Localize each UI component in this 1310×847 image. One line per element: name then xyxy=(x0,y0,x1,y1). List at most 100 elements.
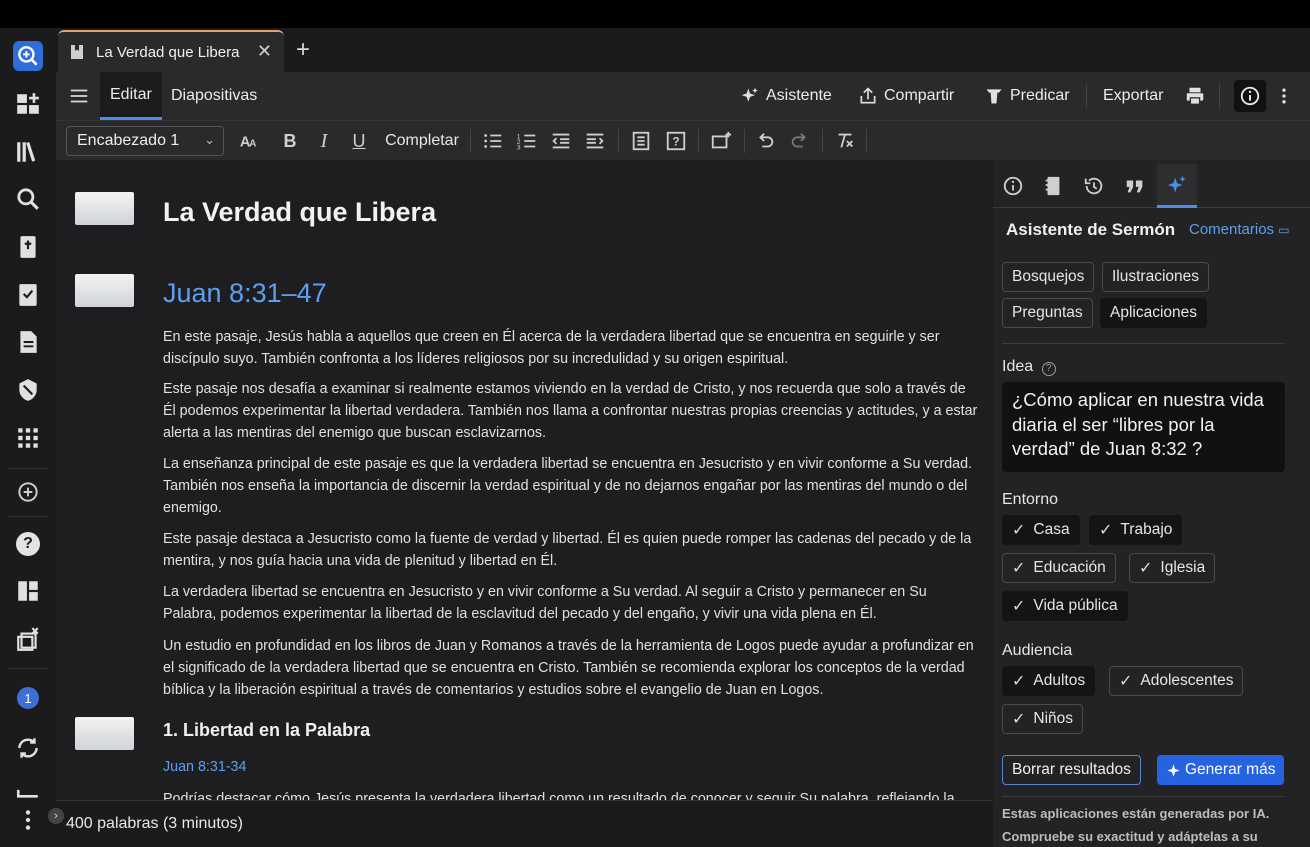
font-size-icon[interactable]: AA xyxy=(232,121,268,161)
bible-icon[interactable] xyxy=(12,231,44,263)
audiencia-ninos[interactable]: ✓ Niños xyxy=(1002,704,1084,734)
clear-results-button[interactable]: Borrar resultados xyxy=(1002,755,1141,785)
notebook-tab-icon[interactable] xyxy=(1033,164,1073,208)
dashboard-icon[interactable] xyxy=(12,88,44,120)
library-icon[interactable] xyxy=(12,136,44,168)
compartir-button[interactable]: Compartir xyxy=(858,72,954,120)
undo-icon[interactable] xyxy=(750,121,780,161)
more-options-icon[interactable] xyxy=(1274,72,1300,120)
document-editor[interactable]: La Verdad que Libera Juan 8:31–47 En est… xyxy=(56,160,993,800)
asistente-button[interactable]: Asistente xyxy=(740,72,832,120)
quote-tab-icon[interactable] xyxy=(1115,164,1155,208)
new-tab-button[interactable]: + xyxy=(296,36,310,64)
audiencia-label: Audiencia xyxy=(1002,642,1073,659)
add-circle-icon[interactable] xyxy=(12,476,44,508)
slide-thumbnail[interactable] xyxy=(75,192,134,225)
info-tab-icon[interactable] xyxy=(993,164,1033,208)
logos-search-icon[interactable] xyxy=(12,40,44,72)
history-tab-icon[interactable] xyxy=(1074,164,1114,208)
indent-icon[interactable] xyxy=(580,121,610,161)
close-panels-icon[interactable] xyxy=(12,623,44,655)
rail-divider xyxy=(8,668,48,669)
assistant-tab-icon[interactable] xyxy=(1157,164,1197,208)
outdent-icon[interactable] xyxy=(546,121,576,161)
apps-grid-icon[interactable] xyxy=(12,422,44,454)
tab-strip: La Verdad que Libera ✕ + xyxy=(56,28,1310,72)
add-slide-icon[interactable] xyxy=(706,121,736,161)
category-aplicaciones[interactable]: Aplicaciones xyxy=(1100,298,1208,328)
audiencia-adultos[interactable]: ✓ Adultos xyxy=(1002,666,1096,696)
tab-la-verdad-que-libera[interactable]: La Verdad que Libera ✕ xyxy=(58,30,284,72)
section-reference-link[interactable]: Juan 8:31-34 xyxy=(163,759,246,775)
entorno-educacion[interactable]: ✓ Educación xyxy=(1002,553,1116,583)
search-icon[interactable] xyxy=(12,183,44,215)
document-icon[interactable] xyxy=(12,326,44,358)
comments-link[interactable]: Comentarios ▭ xyxy=(1189,221,1290,238)
toolbar-divider xyxy=(470,129,471,153)
audiencia-adolescentes[interactable]: ✓ Adolescentes xyxy=(1109,666,1244,696)
generate-more-button[interactable]: Generar más xyxy=(1157,755,1285,785)
paragraph-style-select[interactable]: Encabezado 1 ⌄ xyxy=(66,126,224,156)
menu-icon[interactable] xyxy=(68,72,96,120)
sparkle-icon xyxy=(741,87,758,102)
shield-icon[interactable] xyxy=(12,374,44,406)
paragraph[interactable]: En este pasaje, Jesús habla a aquellos q… xyxy=(163,326,978,370)
toolbar-divider xyxy=(1086,84,1087,108)
section-heading[interactable]: 1. Libertad en la Palabra xyxy=(163,720,370,741)
entorno-vida-publica[interactable]: ✓ Vida pública xyxy=(1002,591,1128,621)
entorno-trabajo[interactable]: ✓ Trabajo xyxy=(1089,515,1183,545)
redo-icon[interactable] xyxy=(785,121,815,161)
divider xyxy=(1002,343,1285,344)
notifications-badge[interactable]: 1 xyxy=(12,682,44,714)
scripture-reference[interactable]: Juan 8:31–47 xyxy=(163,278,327,309)
document-tab-icon xyxy=(71,45,83,59)
category-preguntas[interactable]: Preguntas xyxy=(1002,298,1093,328)
check-icon: ✓ xyxy=(1012,598,1026,615)
numbered-list-icon[interactable]: 123 xyxy=(512,121,542,161)
print-icon[interactable] xyxy=(1184,72,1212,120)
check-icon: ✓ xyxy=(1119,673,1133,690)
toolbar-divider xyxy=(822,129,823,153)
clear-format-icon[interactable] xyxy=(830,121,860,161)
slide-thumbnail[interactable] xyxy=(75,717,134,750)
sync-icon[interactable] xyxy=(12,732,44,764)
reading-plan-icon[interactable] xyxy=(12,279,44,311)
paragraph[interactable]: Este pasaje destaca a Jesucristo como la… xyxy=(163,528,978,572)
paragraph[interactable]: La verdadera libertad se encuentra en Je… xyxy=(163,581,978,625)
check-icon: ✓ xyxy=(1012,560,1026,577)
entorno-label: Entorno xyxy=(1002,491,1059,508)
underline-icon[interactable]: U xyxy=(347,121,371,161)
slide-thumbnail[interactable] xyxy=(75,274,134,307)
format-toolbar: Encabezado 1 ⌄ AA B I U Completar 123 ? xyxy=(56,120,1310,160)
paragraph[interactable]: Podrías destacar cómo Jesús presenta la … xyxy=(163,788,978,800)
layouts-icon[interactable] xyxy=(12,575,44,607)
idea-textarea[interactable]: ¿Cómo aplicar en nuestra vida diaria el … xyxy=(1002,382,1285,472)
predicar-button[interactable]: Predicar xyxy=(984,72,1070,120)
check-icon: ✓ xyxy=(1012,522,1026,539)
idea-label: Idea ? xyxy=(1002,358,1056,376)
chevron-down-icon: ⌄ xyxy=(204,132,215,147)
entorno-iglesia[interactable]: ✓ Iglesia xyxy=(1129,553,1216,583)
paragraph[interactable]: La enseñanza principal de este pasaje es… xyxy=(163,453,978,519)
entorno-casa[interactable]: ✓ Casa xyxy=(1002,515,1080,545)
completar-button[interactable]: Completar xyxy=(382,121,462,161)
category-ilustraciones[interactable]: Ilustraciones xyxy=(1102,262,1210,292)
bold-icon[interactable]: B xyxy=(278,121,302,161)
close-tab-icon[interactable]: ✕ xyxy=(257,41,272,62)
document-title[interactable]: La Verdad que Libera xyxy=(163,197,436,228)
category-bosquejos[interactable]: Bosquejos xyxy=(1002,262,1095,292)
help-circle-icon[interactable]: ? xyxy=(1041,362,1056,376)
question-box-icon[interactable]: ? xyxy=(661,121,691,161)
info-icon[interactable] xyxy=(1234,80,1266,112)
italic-icon[interactable]: I xyxy=(312,121,336,161)
help-icon[interactable]: ? xyxy=(12,528,44,560)
notes-icon[interactable] xyxy=(626,121,656,161)
tab-editar[interactable]: Editar xyxy=(100,72,162,120)
paragraph[interactable]: Un estudio en profundidad en los libros … xyxy=(163,635,978,701)
expand-rail-icon[interactable]: › xyxy=(48,808,64,824)
tab-diapositivas[interactable]: Diapositivas xyxy=(171,72,257,120)
exportar-button[interactable]: Exportar xyxy=(1103,72,1163,120)
paragraph[interactable]: Este pasaje nos desafía a examinar si re… xyxy=(163,378,978,444)
bullet-list-icon[interactable] xyxy=(478,121,508,161)
more-vertical-icon[interactable] xyxy=(12,804,44,836)
